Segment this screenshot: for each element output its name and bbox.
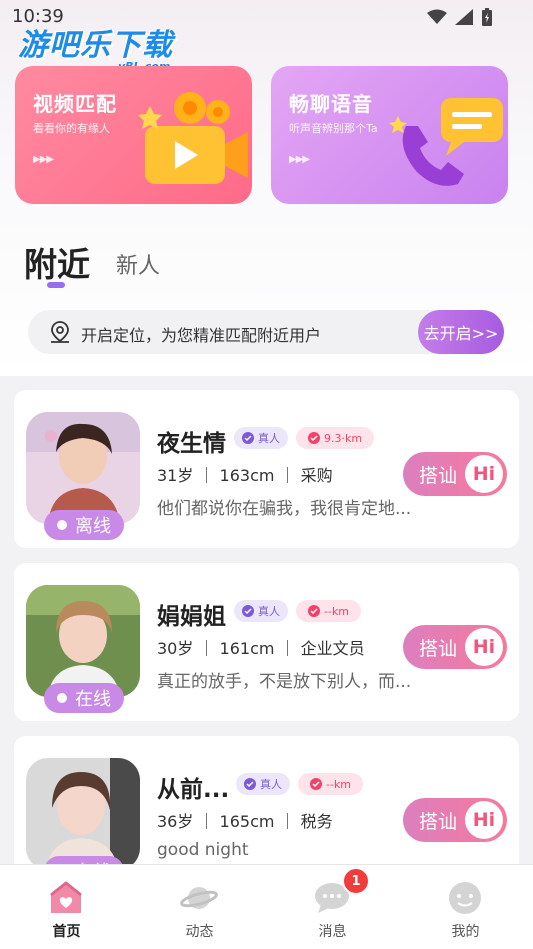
nav-messages[interactable]: 消息 — [266, 865, 399, 949]
distance-badge: --km — [298, 773, 364, 795]
location-prompt-bar: 开启定位，为您精准匹配附近用户 去开启>> — [28, 310, 504, 354]
greet-button[interactable]: 搭讪 Hi — [403, 452, 507, 496]
user-signature: 真正的放手，不是放下别人，而... — [157, 672, 412, 692]
status-icons — [427, 8, 493, 26]
nav-profile[interactable]: 我的 — [399, 865, 532, 949]
user-card[interactable]: 在线 娟娟姐 真人 --km 30岁 ｜ 161cm ｜ 企业文员 真正的放手，… — [14, 563, 519, 721]
user-info: 36岁 ｜ 165cm ｜ 税务 — [157, 812, 333, 831]
phone-message-icon — [389, 98, 503, 186]
watermark-text: 游吧乐下载 — [18, 28, 173, 63]
greet-label: 搭讪 — [419, 465, 458, 487]
user-info: 31岁 ｜ 163cm ｜ 采购 — [157, 466, 333, 485]
nav-messages-label: 消息 — [318, 924, 347, 940]
verified-label: 真人 — [260, 778, 282, 791]
play-arrows-icon: ▶▶▶ — [289, 154, 310, 165]
avatar[interactable] — [26, 758, 140, 870]
status-label: 在线 — [75, 689, 111, 710]
location-pin-icon — [51, 321, 69, 343]
message-count-badge: 1 — [342, 867, 370, 895]
profile-icon — [449, 882, 481, 914]
wifi-icon — [427, 9, 447, 24]
home-icon — [50, 881, 82, 913]
hi-icon: Hi — [465, 628, 503, 666]
bottom-navigation: 首页 动态 消息 我的 — [0, 864, 533, 949]
video-camera-icon — [138, 92, 248, 184]
verified-icon — [242, 432, 254, 444]
distance-label: --km — [326, 777, 352, 791]
distance-badge: 9.3·km — [296, 427, 375, 449]
user-name: 娟娟姐 — [157, 604, 226, 630]
verified-badge: 真人 — [234, 600, 288, 622]
distance-badge: --km — [296, 600, 362, 622]
status-badge: 离线 — [44, 510, 124, 540]
verified-badge: 真人 — [236, 773, 290, 795]
voice-chat-card[interactable]: 畅聊语音 听声音辨别那个Ta ▶▶▶ — [271, 66, 508, 204]
user-name: 夜生情 — [157, 431, 226, 457]
voice-chat-title: 畅聊语音 — [289, 92, 373, 116]
user-signature: good night — [157, 840, 249, 860]
nav-moments-label: 动态 — [185, 924, 214, 940]
tab-indicator — [47, 282, 65, 288]
location-badge-icon — [308, 432, 320, 444]
battery-icon — [482, 8, 492, 26]
user-name: 从前... — [157, 777, 230, 803]
distance-label: 9.3·km — [324, 431, 363, 445]
avatar[interactable] — [26, 412, 140, 524]
verified-icon — [244, 778, 256, 790]
planet-icon — [180, 887, 218, 909]
user-card[interactable]: 离线 夜生情 真人 9.3·km 31岁 ｜ 163cm ｜ 采购 他们都说你在… — [14, 390, 519, 548]
video-match-subtitle: 看看你的有缘人 — [33, 122, 110, 135]
greet-label: 搭讪 — [419, 638, 458, 660]
enable-location-button[interactable]: 去开启>> — [418, 310, 504, 354]
user-signature: 他们都说你在骗我，我很肯定地... — [157, 499, 412, 519]
tab-nearby[interactable]: 附近 — [24, 238, 90, 286]
nav-profile-label: 我的 — [451, 924, 480, 940]
hi-icon: Hi — [465, 801, 503, 839]
verified-label: 真人 — [258, 432, 280, 445]
status-label: 离线 — [75, 516, 111, 537]
nav-home[interactable]: 首页 — [0, 865, 133, 949]
location-badge-icon — [308, 605, 320, 617]
avatar[interactable] — [26, 585, 140, 697]
location-prompt-text: 开启定位，为您精准匹配附近用户 — [81, 326, 322, 345]
status-badge: 在线 — [44, 683, 124, 713]
user-info: 30岁 ｜ 161cm ｜ 企业文员 — [157, 639, 365, 658]
verified-badge: 真人 — [234, 427, 288, 449]
greet-button[interactable]: 搭讪 Hi — [403, 798, 507, 842]
hi-icon: Hi — [465, 455, 503, 493]
verified-label: 真人 — [258, 605, 280, 618]
distance-label: --km — [324, 604, 350, 618]
play-arrows-icon: ▶▶▶ — [33, 154, 54, 165]
signal-icon — [455, 9, 473, 25]
nav-home-label: 首页 — [52, 924, 81, 940]
verified-icon — [242, 605, 254, 617]
location-badge-icon — [310, 778, 322, 790]
greet-label: 搭讪 — [419, 811, 458, 833]
tab-new-users[interactable]: 新人 — [116, 248, 160, 280]
video-match-card[interactable]: 视频匹配 看看你的有缘人 ▶▶▶ — [15, 66, 252, 204]
video-match-title: 视频匹配 — [33, 92, 117, 116]
nav-moments[interactable]: 动态 — [133, 865, 266, 949]
greet-button[interactable]: 搭讪 Hi — [403, 625, 507, 669]
voice-chat-subtitle: 听声音辨别那个Ta — [289, 122, 378, 135]
